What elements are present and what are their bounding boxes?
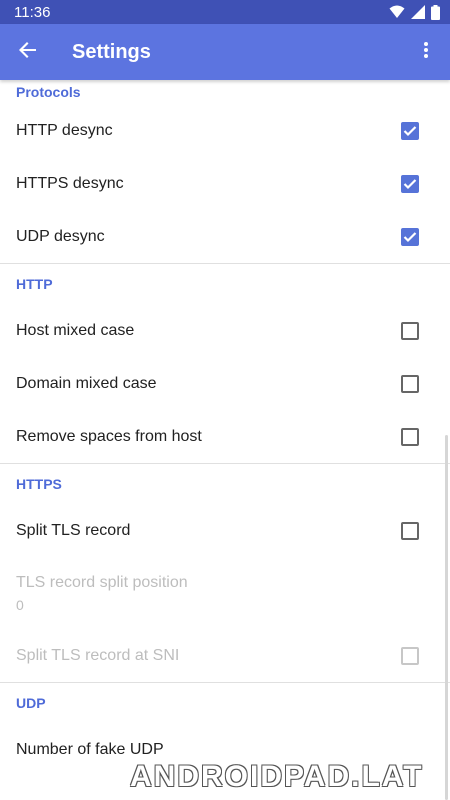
status-bar: 11:36 bbox=[0, 0, 450, 24]
battery-icon bbox=[431, 4, 440, 20]
https-desync-checkbox[interactable] bbox=[401, 174, 419, 193]
arrow-back-icon bbox=[19, 41, 37, 64]
pref-http-desync[interactable]: HTTP desync bbox=[0, 104, 450, 157]
domain-mixed-case-checkbox[interactable] bbox=[401, 374, 419, 393]
pref-label: TLS record split position bbox=[16, 573, 188, 591]
status-time: 11:36 bbox=[14, 3, 51, 21]
split-tls-checkbox[interactable] bbox=[401, 521, 419, 540]
pref-label: Split TLS record bbox=[16, 521, 131, 539]
category-protocols: Protocols bbox=[16, 84, 81, 100]
pref-label: Number of fake UDP bbox=[16, 740, 164, 758]
pref-remove-spaces[interactable]: Remove spaces from host bbox=[0, 410, 450, 463]
host-mixed-case-checkbox[interactable] bbox=[401, 321, 419, 340]
status-icons bbox=[389, 4, 440, 20]
category-http: HTTP bbox=[16, 276, 53, 292]
pref-udp-desync[interactable]: UDP desync bbox=[0, 210, 450, 263]
app-toolbar: Settings bbox=[0, 24, 450, 80]
pref-label: UDP desync bbox=[16, 227, 105, 245]
udp-desync-checkbox[interactable] bbox=[401, 227, 419, 246]
scrollbar-thumb[interactable] bbox=[445, 435, 448, 800]
pref-domain-mixed-case[interactable]: Domain mixed case bbox=[0, 357, 450, 410]
pref-tls-split-position: TLS record split position 0 bbox=[0, 557, 450, 629]
pref-host-mixed-case[interactable]: Host mixed case bbox=[0, 304, 450, 357]
pref-label: Domain mixed case bbox=[16, 374, 157, 392]
wifi-icon bbox=[389, 5, 405, 19]
http-desync-checkbox[interactable] bbox=[401, 121, 419, 140]
settings-list[interactable]: Protocols HTTP desync HTTPS desync UDP d… bbox=[0, 80, 450, 800]
category-https: HTTPS bbox=[16, 476, 62, 492]
back-button[interactable] bbox=[0, 24, 56, 80]
watermark: ANDROIDPAD.LAT bbox=[130, 760, 424, 793]
remove-spaces-checkbox[interactable] bbox=[401, 427, 419, 446]
split-at-sni-checkbox bbox=[401, 646, 419, 665]
pref-split-tls-at-sni: Split TLS record at SNI bbox=[0, 629, 450, 682]
pref-https-desync[interactable]: HTTPS desync bbox=[0, 157, 450, 210]
category-udp: UDP bbox=[16, 695, 46, 711]
pref-summary: 0 bbox=[16, 596, 24, 613]
pref-label: HTTP desync bbox=[16, 121, 113, 139]
pref-label: Split TLS record at SNI bbox=[16, 646, 180, 664]
overflow-menu-button[interactable] bbox=[402, 24, 450, 80]
pref-label: Remove spaces from host bbox=[16, 427, 202, 445]
more-vert-icon bbox=[424, 41, 428, 63]
pref-label: Host mixed case bbox=[16, 321, 135, 339]
signal-icon bbox=[411, 5, 425, 19]
page-title: Settings bbox=[72, 40, 151, 63]
pref-split-tls-record[interactable]: Split TLS record bbox=[0, 504, 450, 557]
pref-label: HTTPS desync bbox=[16, 174, 124, 192]
